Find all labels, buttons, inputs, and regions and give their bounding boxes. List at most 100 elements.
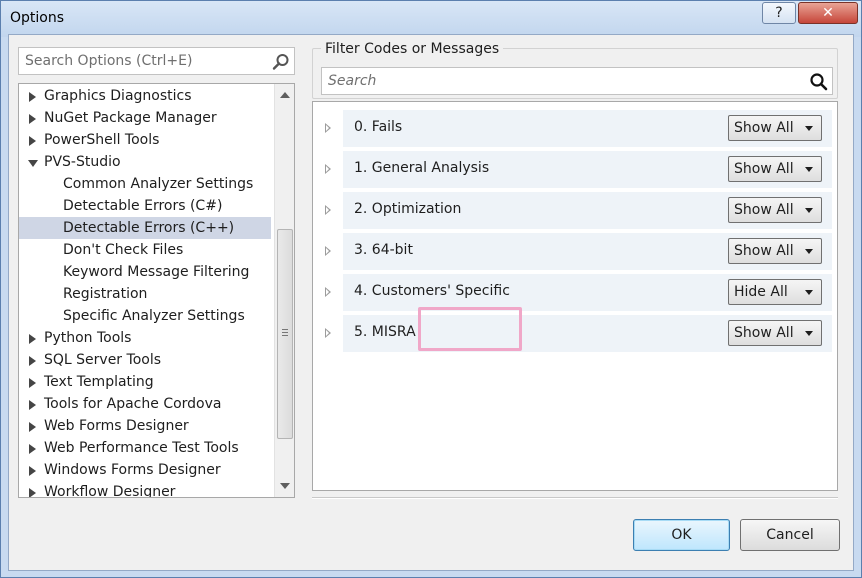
options-search-input[interactable] xyxy=(23,51,263,71)
visibility-dropdown[interactable]: Show All xyxy=(728,115,822,141)
visibility-dropdown[interactable]: Show All xyxy=(728,320,822,346)
collapsed-triangle-icon[interactable] xyxy=(325,164,331,174)
filter-group: Filter Codes or Messages xyxy=(312,41,838,99)
chevron-down-icon xyxy=(805,290,813,295)
chevron-down-icon xyxy=(805,208,813,213)
collapsed-triangle-icon[interactable] xyxy=(325,246,331,256)
scroll-down-arrow-icon[interactable] xyxy=(280,483,290,489)
dialog-client-area: Graphics Diagnostics NuGet Package Manage… xyxy=(8,34,854,571)
tree-item-label: Windows Forms Designer xyxy=(44,462,221,478)
scrollbar-thumb[interactable] xyxy=(277,229,293,439)
filter-search-box xyxy=(321,67,833,95)
tree-item[interactable]: Python Tools xyxy=(19,327,271,349)
tree-item-label: Detectable Errors (C#) xyxy=(63,198,223,214)
collapsed-triangle-icon[interactable] xyxy=(325,287,331,297)
tree-item-label: Web Performance Test Tools xyxy=(44,440,239,456)
search-icon[interactable] xyxy=(272,53,290,71)
collapsed-triangle-icon[interactable] xyxy=(29,114,36,124)
tree-item[interactable]: Don't Check Files xyxy=(19,239,271,261)
tree-item[interactable]: Detectable Errors (C#) xyxy=(19,195,271,217)
tree-item-label: Keyword Message Filtering xyxy=(63,264,250,280)
collapsed-triangle-icon[interactable] xyxy=(29,488,36,497)
close-button[interactable]: ✕ xyxy=(798,2,858,24)
options-tree: Graphics Diagnostics NuGet Package Manage… xyxy=(18,83,295,498)
error-group-row: 0. Fails Show All xyxy=(325,110,832,147)
tree-item-label: Web Forms Designer xyxy=(44,418,189,434)
collapsed-triangle-icon[interactable] xyxy=(29,444,36,454)
tree-item[interactable]: Detectable Errors (C++) xyxy=(19,217,271,239)
visibility-dropdown[interactable]: Show All xyxy=(728,197,822,223)
collapsed-triangle-icon[interactable] xyxy=(29,92,36,102)
collapsed-triangle-icon[interactable] xyxy=(29,356,36,366)
tree-item[interactable]: Workflow Designer xyxy=(19,481,271,497)
filter-search-input[interactable] xyxy=(326,71,796,91)
chevron-down-icon xyxy=(805,126,813,131)
tree-item[interactable]: Specific Analyzer Settings xyxy=(19,305,271,327)
error-group-row: 5. MISRA Show All xyxy=(325,315,832,352)
search-icon[interactable] xyxy=(809,72,829,92)
collapsed-triangle-icon[interactable] xyxy=(29,422,36,432)
tree-item-label: Graphics Diagnostics xyxy=(44,88,192,104)
scroll-up-arrow-icon[interactable] xyxy=(280,92,290,98)
options-search-box xyxy=(18,47,295,75)
collapsed-triangle-icon[interactable] xyxy=(29,466,36,476)
error-group-label: 0. Fails xyxy=(354,119,403,135)
tree-item-label: Don't Check Files xyxy=(63,242,184,258)
help-icon: ? xyxy=(775,5,783,21)
close-icon: ✕ xyxy=(822,5,834,21)
tree-item[interactable]: PVS-Studio xyxy=(19,151,271,173)
tree-item-label: PowerShell Tools xyxy=(44,132,160,148)
cancel-button[interactable]: Cancel xyxy=(740,519,840,551)
title-bar[interactable]: Options ? ✕ xyxy=(1,1,861,37)
tree-item-label: Specific Analyzer Settings xyxy=(63,308,245,324)
tree-item[interactable]: Common Analyzer Settings xyxy=(19,173,271,195)
collapsed-triangle-icon[interactable] xyxy=(325,123,331,133)
error-group-label: 2. Optimization xyxy=(354,201,462,217)
visibility-dropdown-value: Show All xyxy=(734,243,794,259)
visibility-dropdown[interactable]: Hide All xyxy=(728,279,822,305)
error-group-label: 3. 64-bit xyxy=(354,242,413,258)
visibility-dropdown[interactable]: Show All xyxy=(728,238,822,264)
help-button[interactable]: ? xyxy=(762,2,796,24)
tree-item[interactable]: Keyword Message Filtering xyxy=(19,261,271,283)
error-group-label: 5. MISRA xyxy=(354,324,416,340)
collapsed-triangle-icon[interactable] xyxy=(29,378,36,388)
tree-item[interactable]: PowerShell Tools xyxy=(19,129,271,151)
tree-item[interactable]: Windows Forms Designer xyxy=(19,459,271,481)
tree-item-label: Registration xyxy=(63,286,148,302)
tree-item[interactable]: Registration xyxy=(19,283,271,305)
visibility-dropdown-value: Hide All xyxy=(734,284,788,300)
tree-item[interactable]: Text Templating xyxy=(19,371,271,393)
chevron-down-icon xyxy=(805,331,813,336)
tree-item-label: Common Analyzer Settings xyxy=(63,176,254,192)
tree-item-label: Python Tools xyxy=(44,330,132,346)
visibility-dropdown-value: Show All xyxy=(734,161,794,177)
error-group-row: 2. Optimization Show All xyxy=(325,192,832,229)
tree-item-label: SQL Server Tools xyxy=(44,352,162,368)
collapsed-triangle-icon[interactable] xyxy=(29,136,36,146)
filter-label: Filter Codes or Messages xyxy=(321,41,504,57)
visibility-dropdown-value: Show All xyxy=(734,325,794,341)
tree-item-label: Text Templating xyxy=(44,374,154,390)
error-group-label: 4. Customers' Specific xyxy=(354,283,510,299)
visibility-dropdown[interactable]: Show All xyxy=(728,156,822,182)
collapsed-triangle-icon[interactable] xyxy=(325,205,331,215)
visibility-dropdown-value: Show All xyxy=(734,120,794,136)
collapsed-triangle-icon[interactable] xyxy=(29,400,36,410)
tree-item[interactable]: Web Performance Test Tools xyxy=(19,437,271,459)
error-groups-panel: 0. Fails Show All 1. General Analysis Show … xyxy=(312,101,838,491)
visibility-dropdown-value: Show All xyxy=(734,202,794,218)
tree-vertical-scrollbar[interactable] xyxy=(274,84,294,497)
tree-item[interactable]: NuGet Package Manager xyxy=(19,107,271,129)
tree-item[interactable]: Graphics Diagnostics xyxy=(19,85,271,107)
tree-item[interactable]: SQL Server Tools xyxy=(19,349,271,371)
expanded-triangle-icon[interactable] xyxy=(28,160,38,167)
tree-item-label: Detectable Errors (C++) xyxy=(63,220,235,236)
tree-item-label: PVS-Studio xyxy=(44,154,121,170)
tree-item[interactable]: Tools for Apache Cordova xyxy=(19,393,271,415)
collapsed-triangle-icon[interactable] xyxy=(29,334,36,344)
ok-button[interactable]: OK xyxy=(633,519,730,551)
collapsed-triangle-icon[interactable] xyxy=(325,328,331,338)
divider xyxy=(312,497,838,499)
tree-item[interactable]: Web Forms Designer xyxy=(19,415,271,437)
